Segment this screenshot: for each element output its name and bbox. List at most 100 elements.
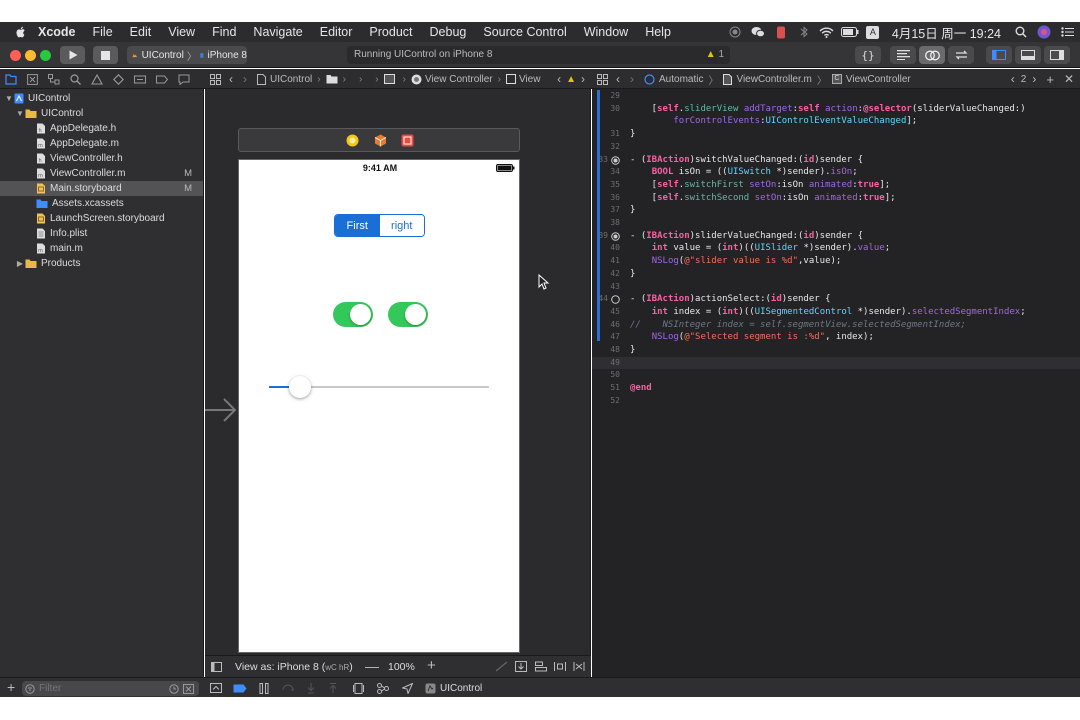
menu-editor[interactable]: Editor	[320, 25, 353, 39]
debug-target-label[interactable]: UIControl	[440, 683, 482, 694]
record-icon[interactable]	[725, 22, 745, 42]
code-line[interactable]: 42}	[592, 268, 1080, 281]
simulate-location-icon[interactable]	[402, 682, 413, 694]
wifi-icon[interactable]	[817, 22, 837, 42]
debug-navigator-icon[interactable]	[134, 74, 146, 85]
code-line[interactable]: forControlEvents:UIControlEventValueChan…	[592, 115, 1080, 128]
code-editor[interactable]: 29 30 [self.sliderView addTarget:self act…	[592, 89, 1080, 677]
menu-window[interactable]: Window	[584, 25, 628, 39]
breadcrumb-view[interactable]: View	[519, 74, 541, 85]
menu-navigate[interactable]: Navigate	[253, 25, 302, 39]
find-navigator-icon[interactable]	[70, 73, 81, 85]
spotlight-search-icon[interactable]	[1011, 22, 1031, 42]
close-button[interactable]	[10, 50, 21, 61]
navigator-item-launchscreen-storyboard[interactable]: LaunchScreen.storyboard	[0, 211, 203, 226]
unconnected-outlet-icon[interactable]	[611, 295, 620, 304]
code-line[interactable]: 47 NSLog(@"Selected segment is :%d", ind…	[592, 331, 1080, 344]
related-items-grid-icon[interactable]	[210, 73, 221, 85]
add-editor-plus-icon[interactable]: +	[1046, 72, 1054, 87]
disclosure-closed-icon[interactable]: ▶	[15, 259, 25, 268]
source-control-navigator-icon[interactable]	[27, 73, 38, 85]
disclosure-open-icon[interactable]: ▼	[15, 109, 25, 118]
step-out-icon[interactable]	[328, 682, 338, 694]
assistant-mode-automatic[interactable]: Automatic	[659, 74, 703, 85]
issue-navigator-icon[interactable]	[91, 73, 103, 85]
step-into-icon[interactable]	[306, 682, 316, 694]
code-line[interactable]: 48}	[592, 344, 1080, 357]
code-line[interactable]: 43	[592, 281, 1080, 294]
toggle-debug-area-button[interactable]	[1015, 46, 1041, 64]
navigator-item-appdelegate-h[interactable]: h AppDelegate.h	[0, 121, 203, 136]
navigator-filter-field[interactable]	[22, 681, 199, 696]
navigator-item-uicontrol[interactable]: ▼ UIControl	[0, 106, 203, 121]
symbol-navigator-icon[interactable]	[48, 73, 60, 85]
breakpoint-navigator-icon[interactable]	[156, 74, 168, 85]
breakpoints-toggle-icon[interactable]	[233, 684, 247, 693]
report-navigator-icon[interactable]	[178, 74, 190, 85]
navigator-item-assets-xcassets[interactable]: Assets.xcassets	[0, 196, 203, 211]
step-over-icon[interactable]	[282, 683, 294, 693]
menu-view[interactable]: View	[168, 25, 195, 39]
previous-counterpart-chevron-icon[interactable]: ‹	[1011, 72, 1015, 86]
code-line[interactable]: 46 // NSInteger index = self.segmentView.…	[592, 319, 1080, 332]
segment-right[interactable]: right	[379, 215, 424, 236]
switch-second[interactable]	[388, 302, 428, 327]
test-navigator-icon[interactable]	[113, 73, 124, 85]
code-line[interactable]: 34 BOOL isOn = ((UISwitch *)sender).isOn…	[592, 166, 1080, 179]
code-line[interactable]: 38	[592, 217, 1080, 230]
menu-edit[interactable]: Edit	[130, 25, 152, 39]
exit-icon[interactable]	[401, 134, 414, 147]
view-as-device-button[interactable]: View as: iPhone 8 (wC hR)	[235, 661, 353, 673]
align-icon[interactable]	[535, 661, 547, 672]
menu-help[interactable]: Help	[645, 25, 671, 39]
code-line[interactable]: 31}	[592, 128, 1080, 141]
folder-icon[interactable]	[326, 74, 338, 84]
scheme-selector[interactable]: UIControl 〉 iPhone 8	[127, 46, 247, 64]
code-line[interactable]: 51 @end	[592, 382, 1080, 395]
memory-graph-icon[interactable]	[377, 682, 389, 694]
code-line[interactable]: 35 [self.switchFirst setOn:isOn animated…	[592, 179, 1080, 192]
bluetooth-icon[interactable]	[794, 22, 814, 42]
code-line[interactable]: 39 - (IBAction)sliderValueChanged:(id)sen…	[592, 230, 1080, 243]
add-constraints-icon[interactable]	[554, 661, 566, 672]
forward-chevron-icon[interactable]: ›	[243, 72, 247, 86]
menubar-clock[interactable]: 4月15日 周一 19:24	[892, 23, 1001, 42]
view-controller-dock-icon[interactable]	[346, 134, 359, 147]
back-chevron-icon[interactable]: ‹	[616, 72, 620, 86]
warning-indicator[interactable]: ▲ 1	[706, 46, 724, 64]
previous-issue-chevron-icon[interactable]: ‹	[557, 72, 561, 86]
update-frames-icon[interactable]	[495, 661, 508, 672]
back-chevron-icon[interactable]: ‹	[229, 72, 233, 86]
slider-thumb[interactable]	[288, 376, 311, 398]
code-line[interactable]: 37}	[592, 204, 1080, 217]
connected-outlet-icon[interactable]	[611, 231, 620, 241]
menu-debug[interactable]: Debug	[430, 25, 467, 39]
embed-in-icon[interactable]	[515, 661, 527, 672]
menu-app-xcode[interactable]: Xcode	[38, 25, 76, 39]
resolve-autolayout-icon[interactable]	[573, 661, 585, 672]
code-line[interactable]: 40 int value = (int)((UISlider *)sender)…	[592, 242, 1080, 255]
add-file-button[interactable]: +	[7, 679, 15, 695]
run-button[interactable]	[60, 46, 85, 64]
navigator-item-products[interactable]: ▶ Products	[0, 256, 203, 271]
warning-icon[interactable]: ▲	[566, 74, 576, 85]
pause-icon[interactable]	[259, 682, 269, 694]
navigator-item-info-plist[interactable]: Info.plist	[0, 226, 203, 241]
switch-first[interactable]	[333, 302, 373, 327]
filter-input[interactable]	[39, 683, 159, 694]
code-line[interactable]: 33 - (IBAction)switchValueChanged:(id)sen…	[592, 154, 1080, 167]
stop-button[interactable]	[93, 46, 118, 64]
hide-debug-area-icon[interactable]	[210, 683, 222, 693]
menu-find[interactable]: Find	[212, 25, 236, 39]
navigator-item-appdelegate-m[interactable]: m AppDelegate.m	[0, 136, 203, 151]
zoom-out-button[interactable]: —	[365, 658, 379, 674]
connected-outlet-icon[interactable]	[611, 155, 620, 165]
notification-center-icon[interactable]	[1057, 22, 1077, 42]
navigator-item-main-storyboard[interactable]: Main.storyboard M	[0, 181, 203, 196]
code-line[interactable]: 32	[592, 141, 1080, 154]
breadcrumb-project[interactable]: UIControl	[270, 74, 312, 85]
next-counterpart-chevron-icon[interactable]: ›	[1032, 72, 1036, 86]
breadcrumb-view-controller[interactable]: View Controller	[425, 74, 493, 85]
close-editor-icon[interactable]: ✕	[1064, 72, 1074, 86]
code-line[interactable]: 52	[592, 395, 1080, 408]
